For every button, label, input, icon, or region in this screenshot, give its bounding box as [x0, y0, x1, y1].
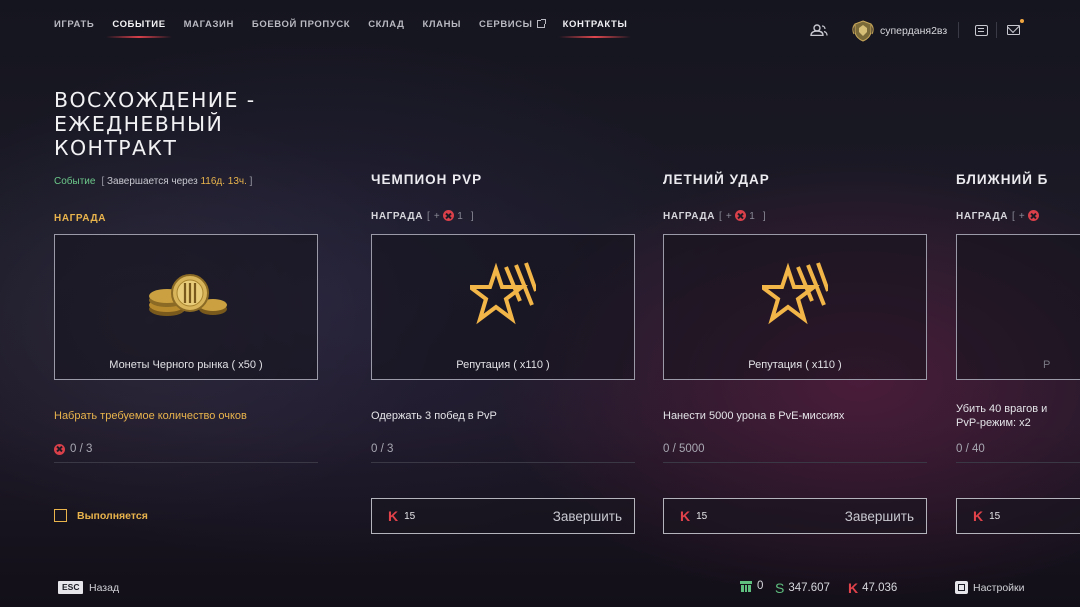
notification-dot: [1020, 19, 1024, 23]
external-link-icon: [536, 19, 546, 28]
card-title: ЧЕМПИОН PVP: [371, 172, 483, 187]
card-title: ЛЕТНИЙ УДАР: [663, 172, 770, 187]
event-label: Событие: [54, 176, 96, 187]
complete-cost: 15: [696, 510, 708, 522]
divider: [958, 22, 959, 38]
nav-services-label: СЕРВИСЫ: [479, 18, 533, 30]
card-task: Одержать 3 побед в PvP: [371, 410, 497, 422]
card-task: Нанести 5000 урона в PvE-миссиях: [663, 410, 845, 422]
progress-divider: [956, 462, 1080, 463]
card-reward-caption: Репутация ( x110 ): [748, 359, 842, 371]
contract-token-icon: [735, 210, 747, 221]
main-reward-box[interactable]: Монеты Черного рынка ( x50 ): [54, 234, 318, 380]
complete-label: Завершить: [844, 508, 914, 524]
top-navigation: ИГРАТЬ СОБЫТИЕ МАГАЗИН БОЕВОЙ ПРОПУСК СК…: [54, 17, 645, 38]
currency-warbucks: S 347.607: [775, 580, 830, 596]
friends-icon[interactable]: [810, 24, 828, 36]
card-progress: 0 / 3: [371, 443, 394, 455]
complete-button[interactable]: K 15 Завершить: [663, 498, 927, 534]
currency-kredits: K 47.036: [848, 580, 898, 596]
nav-battle-pass[interactable]: БОЕВОЙ ПРОПУСК: [252, 19, 350, 30]
username[interactable]: суперданя2вз: [880, 25, 947, 37]
esc-key[interactable]: ESC: [58, 581, 84, 594]
status-checkbox[interactable]: [54, 509, 67, 522]
progress-divider: [371, 462, 635, 463]
card-progress: 0 / 5000: [663, 443, 705, 455]
nav-play[interactable]: ИГРАТЬ: [54, 19, 94, 30]
card-reward-label: НАГРАДА[ +1 ]: [371, 210, 475, 222]
ends-prefix: Завершается через: [107, 176, 198, 187]
back-button[interactable]: Назад: [89, 582, 119, 594]
kredits-icon: K: [973, 508, 984, 524]
card-reward-box[interactable]: Репутация ( x110 ): [663, 234, 927, 380]
complete-label: Завершить: [552, 508, 622, 524]
card-reward-box[interactable]: Репутация ( x110 ): [371, 234, 635, 380]
event-status: Событие[ Завершается через 116д. 13ч. ]: [54, 176, 253, 187]
settings-button[interactable]: Настройки: [973, 582, 1025, 594]
nav-shop[interactable]: МАГАЗИН: [184, 19, 234, 30]
nav-event[interactable]: СОБЫТИЕ: [106, 19, 173, 38]
card-progress: 0 / 40: [956, 443, 985, 455]
coins-icon: [149, 274, 227, 316]
main-reward-label: НАГРАДА: [54, 213, 107, 224]
main-reward-caption: Монеты Черного рынка ( x50 ): [109, 359, 263, 371]
divider: [996, 22, 997, 38]
card-title: БЛИЖНИЙ Б: [956, 172, 1049, 187]
card-reward-caption: Р: [1043, 359, 1051, 371]
nav-contracts[interactable]: КОНТРАКТЫ: [558, 19, 632, 38]
contract-token-icon: [443, 210, 455, 221]
status-label: Выполняется: [77, 510, 148, 522]
nav-services[interactable]: СЕРВИСЫ: [479, 18, 546, 30]
nav-clans[interactable]: КЛАНЫ: [423, 19, 462, 30]
main-progress: 0 / 3: [54, 443, 92, 455]
card-reward-caption: Репутация ( x110 ): [456, 359, 550, 371]
kredits-icon: K: [848, 580, 859, 596]
kredits-icon: K: [680, 508, 691, 524]
mail-icon[interactable]: [1007, 25, 1020, 35]
main-progress-value: 0 / 3: [70, 443, 93, 455]
chat-icon[interactable]: [975, 25, 988, 36]
contract-token-icon: [54, 443, 65, 455]
ends-value: 116д. 13ч.: [200, 176, 247, 187]
card-reward-label: НАГРАДА[ +1 ]: [663, 210, 767, 222]
currency-crowns: 0: [740, 580, 763, 592]
card-reward-box[interactable]: Р: [956, 234, 1080, 380]
warbucks-icon: S: [775, 580, 785, 596]
complete-cost: 15: [989, 510, 1001, 522]
progress-divider: [663, 462, 927, 463]
kredits-icon: K: [388, 508, 399, 524]
complete-button[interactable]: K 15: [956, 498, 1080, 534]
nav-storage[interactable]: СКЛАД: [368, 19, 404, 30]
reputation-star-icon: [762, 262, 828, 325]
complete-button[interactable]: K 15 Завершить: [371, 498, 635, 534]
settings-icon[interactable]: [955, 581, 968, 594]
crown-currency-icon: [740, 580, 752, 592]
card-task: Убить 40 врагов и PvP-режим: x2: [956, 403, 1048, 429]
main-task: Набрать требуемое количество очков: [54, 410, 247, 422]
reputation-star-icon: [470, 262, 536, 325]
progress-divider: [54, 462, 318, 463]
rank-badge-icon[interactable]: [852, 20, 874, 42]
page-title: ВОСХОЖДЕНИЕ - ЕЖЕДНЕВНЫЙ КОНТРАКТ: [54, 88, 256, 160]
complete-cost: 15: [404, 510, 416, 522]
card-reward-label: НАГРАДА[ +: [956, 210, 1042, 222]
contract-token-icon: [1028, 210, 1040, 221]
